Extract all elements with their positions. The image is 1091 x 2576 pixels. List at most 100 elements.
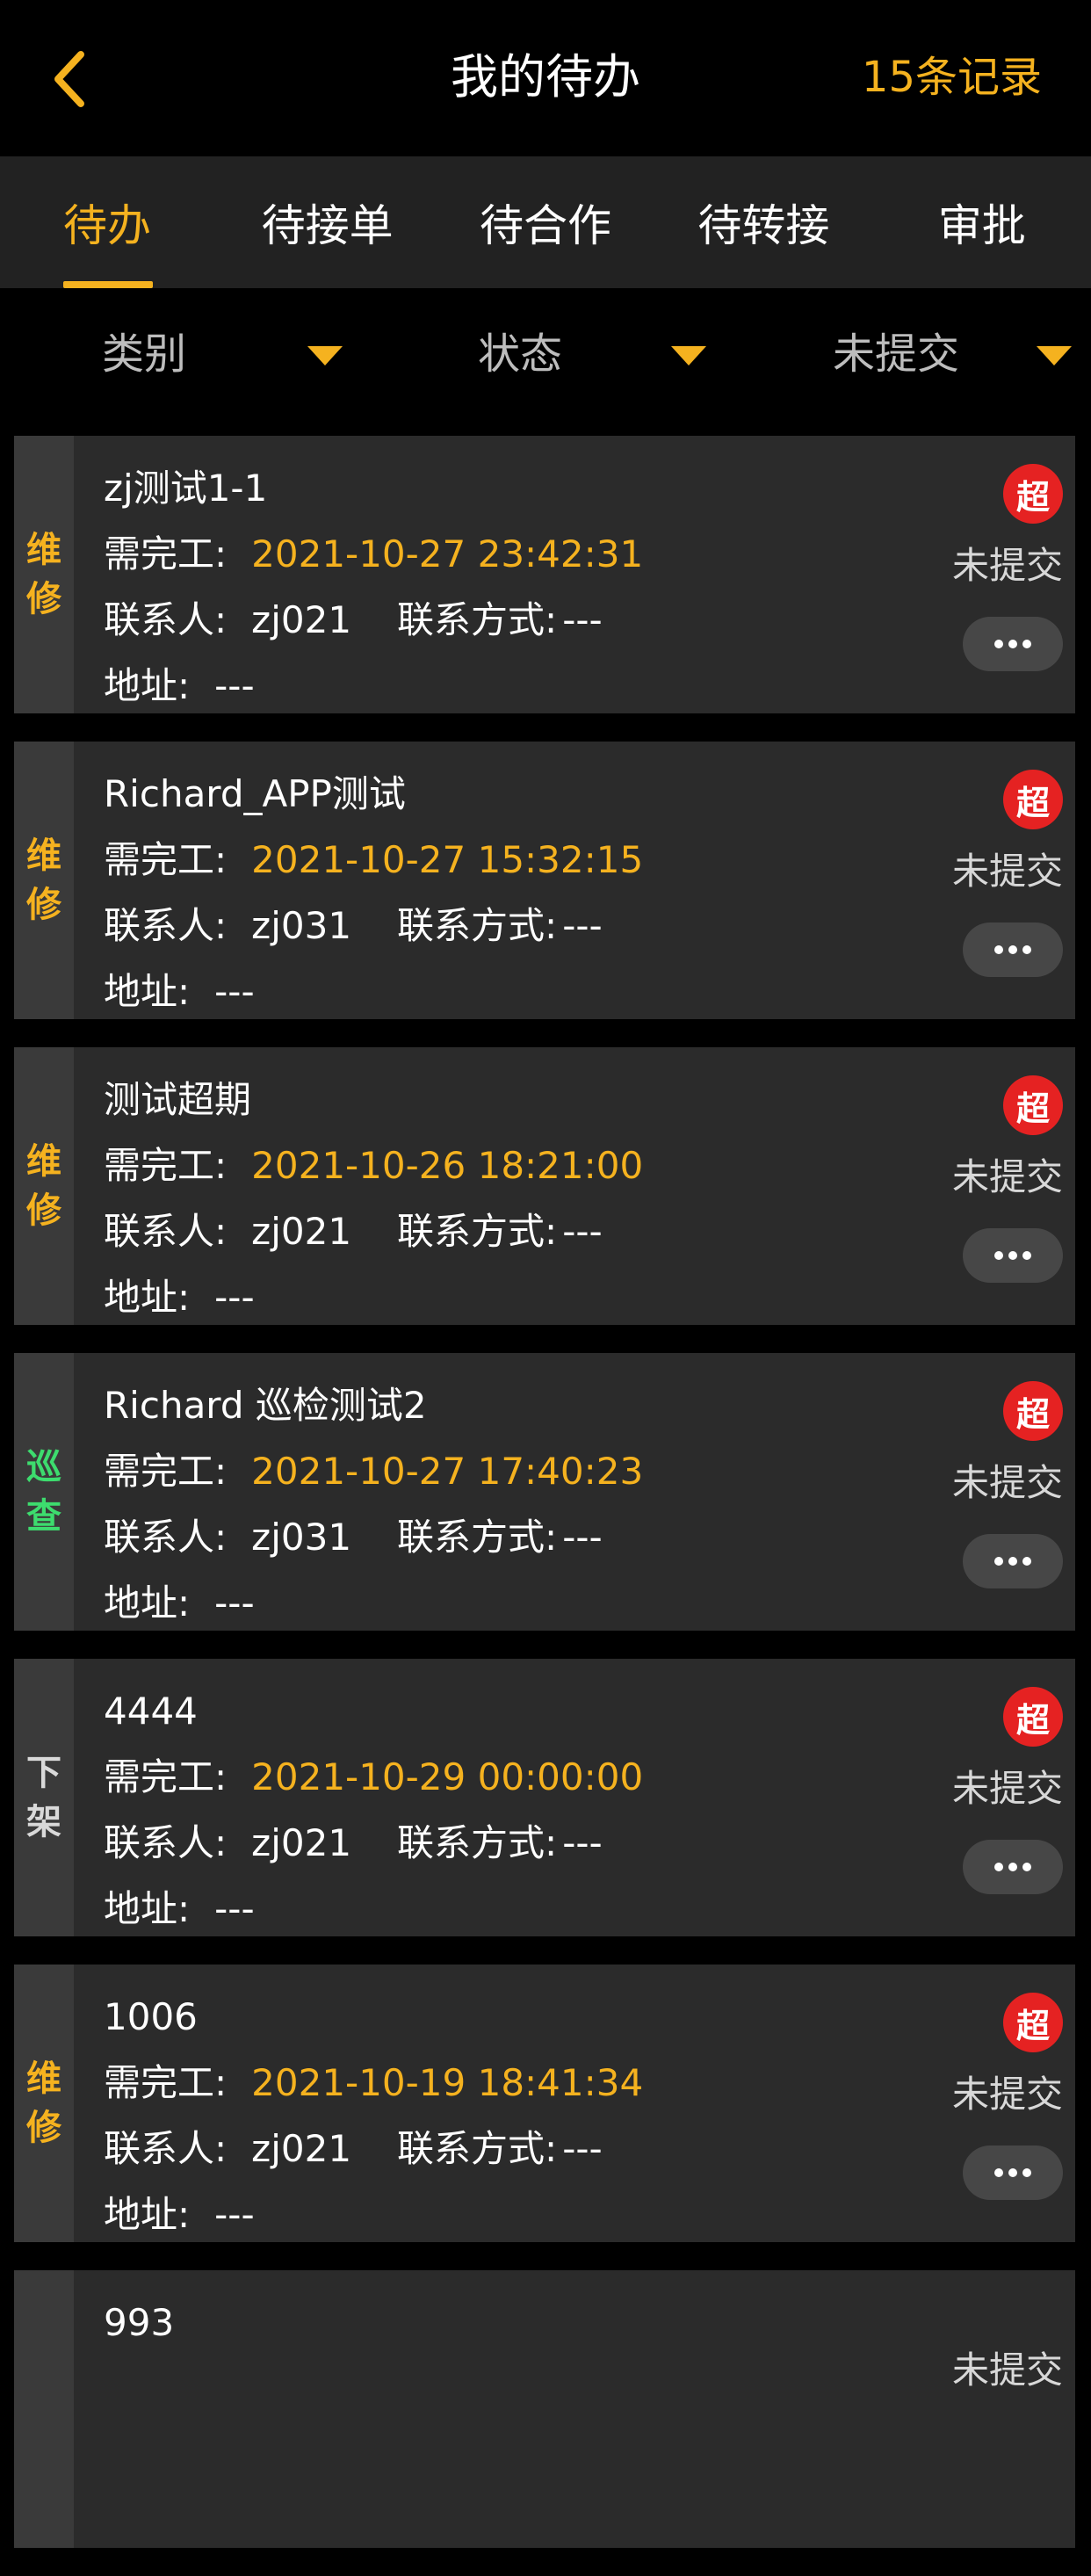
card-content: Richard_APP测试 需完工: 2021-10-27 15:32:15 联系… — [74, 742, 1075, 1019]
tab-pending-transfer[interactable]: 待转接 — [654, 156, 872, 288]
deadline-row: 需完工: 2021-10-29 00:00:00 — [104, 1744, 1075, 1810]
list-item[interactable]: 巡 查 Richard 巡检测试2 需完工: 2021-10-27 17:40:2… — [14, 1353, 1075, 1631]
contact-label: 联系人: — [104, 1821, 228, 1864]
address-value: --- — [214, 970, 255, 1013]
contact-row: 联系人: zj031 联系方式: --- — [104, 893, 1075, 959]
address-row: 地址: --- — [104, 959, 1075, 1024]
contact-label: 联系人: — [104, 598, 228, 641]
phone-value: --- — [562, 1821, 603, 1864]
type-tag: 维 修 — [14, 1047, 74, 1325]
contact-value: zj021 — [251, 2127, 352, 2170]
contact-value: zj031 — [251, 904, 352, 947]
item-title: 1006 — [104, 1995, 198, 2038]
address-label: 地址: — [104, 2193, 191, 2236]
tab-label: 待办 — [63, 200, 151, 251]
tab-label: 审批 — [937, 200, 1026, 251]
more-button[interactable] — [963, 1534, 1063, 1588]
deadline-value: 2021-10-26 18:21:00 — [251, 1144, 644, 1187]
filter-submit-state[interactable]: 未提交 — [727, 288, 1091, 420]
contact-label: 联系人: — [104, 1516, 228, 1559]
status-badge: 未提交 — [951, 544, 1063, 587]
deadline-label: 需完工: — [104, 1450, 228, 1493]
type-char: 维 — [26, 1141, 61, 1182]
list-item[interactable]: 维 修 测试超期 需完工: 2021-10-26 18:21:00 联系人: zj0… — [14, 1047, 1075, 1325]
phone-value: --- — [562, 2127, 603, 2170]
overdue-badge: 超 — [1003, 464, 1063, 524]
deadline-row: 需完工: 2021-10-27 23:42:31 — [104, 521, 1075, 587]
status-badge: 未提交 — [951, 850, 1063, 893]
tab-label: 待转接 — [697, 200, 830, 251]
deadline-label: 需完工: — [104, 2061, 228, 2104]
todo-list: 维 修 zj测试1-1 需完工: 2021-10-27 23:42:31 联系人:… — [14, 436, 1075, 2576]
tab-label: 待接单 — [261, 200, 394, 251]
status-badge: 未提交 — [951, 1461, 1063, 1504]
list-item[interactable]: 993 未提交 — [14, 2270, 1075, 2548]
caret-down-icon — [307, 346, 343, 365]
type-tag: 下 架 — [14, 1659, 74, 1936]
type-char: 修 — [26, 885, 61, 925]
type-tag: 维 修 — [14, 436, 74, 713]
contact-row: 联系人: zj031 联系方式: --- — [104, 1504, 1075, 1570]
contact-row: 联系人: zj021 联系方式: --- — [104, 587, 1075, 653]
tab-pending-accept[interactable]: 待接单 — [218, 156, 436, 288]
filter-status[interactable]: 状态 — [364, 288, 727, 420]
list-item[interactable]: 维 修 Richard_APP测试 需完工: 2021-10-27 15:32:1… — [14, 742, 1075, 1019]
tab-approval[interactable]: 审批 — [873, 156, 1091, 288]
tab-bar: 待办 待接单 待合作 待转接 审批 — [0, 156, 1091, 288]
status-badge: 未提交 — [951, 2073, 1063, 2116]
card-content: zj测试1-1 需完工: 2021-10-27 23:42:31 联系人: zj02… — [74, 436, 1075, 713]
item-title: zj测试1-1 — [104, 467, 268, 510]
card-content: Richard 巡检测试2 需完工: 2021-10-27 17:40:23 联系… — [74, 1353, 1075, 1631]
more-icon — [994, 640, 1031, 648]
phone-value: --- — [562, 1516, 603, 1559]
caret-down-icon — [671, 346, 706, 365]
phone-value: --- — [562, 598, 603, 641]
tab-label: 待合作 — [479, 200, 611, 251]
address-label: 地址: — [104, 1276, 191, 1319]
list-item[interactable]: 下 架 4444 需完工: 2021-10-29 00:00:00 联系人: zj0… — [14, 1659, 1075, 1936]
address-row: 地址: --- — [104, 1264, 1075, 1330]
list-item[interactable]: 维 修 1006 需完工: 2021-10-19 18:41:34 联系人: zj0… — [14, 1965, 1075, 2242]
card-content: 测试超期 需完工: 2021-10-26 18:21:00 联系人: zj021 联系… — [74, 1047, 1075, 1325]
address-value: --- — [214, 664, 255, 707]
more-button[interactable] — [963, 617, 1063, 671]
address-label: 地址: — [104, 1887, 191, 1930]
contact-label: 联系人: — [104, 2127, 228, 2170]
more-icon — [994, 1251, 1031, 1260]
overdue-badge: 超 — [1003, 770, 1063, 829]
tab-pending-cooperate[interactable]: 待合作 — [437, 156, 654, 288]
deadline-value: 2021-10-27 17:40:23 — [251, 1450, 644, 1493]
filter-bar: 类别 状态 未提交 — [0, 288, 1091, 420]
card-content: 4444 需完工: 2021-10-29 00:00:00 联系人: zj021 联系… — [74, 1659, 1075, 1936]
more-icon — [994, 1557, 1031, 1566]
more-button[interactable] — [963, 1840, 1063, 1894]
card-content: 1006 需完工: 2021-10-19 18:41:34 联系人: zj021 联系… — [74, 1965, 1075, 2242]
more-button[interactable] — [963, 923, 1063, 977]
list-item[interactable]: 维 修 zj测试1-1 需完工: 2021-10-27 23:42:31 联系人:… — [14, 436, 1075, 713]
contact-value: zj031 — [251, 1516, 352, 1559]
type-char: 查 — [26, 1496, 61, 1537]
deadline-label: 需完工: — [104, 1144, 228, 1187]
more-button[interactable] — [963, 2145, 1063, 2200]
type-tag — [14, 2270, 74, 2548]
more-button[interactable] — [963, 1228, 1063, 1283]
tab-todo[interactable]: 待办 — [0, 156, 218, 288]
filter-label: 类别 — [102, 329, 187, 379]
phone-label: 联系方式: — [397, 904, 558, 947]
phone-label: 联系方式: — [397, 1516, 558, 1559]
overdue-badge: 超 — [1003, 1381, 1063, 1441]
address-row: 地址: --- — [104, 653, 1075, 719]
item-title: Richard_APP测试 — [104, 772, 406, 815]
address-label: 地址: — [104, 970, 191, 1013]
filter-category[interactable]: 类别 — [0, 288, 364, 420]
contact-value: zj021 — [251, 598, 352, 641]
address-value: --- — [214, 2193, 255, 2236]
type-char: 修 — [26, 1190, 61, 1231]
record-count: 15条记录 — [861, 53, 1042, 102]
item-title: 4444 — [104, 1690, 198, 1733]
deadline-row: 需完工: 2021-10-27 17:40:23 — [104, 1438, 1075, 1504]
phone-value: --- — [562, 1210, 603, 1253]
deadline-label: 需完工: — [104, 838, 228, 881]
phone-value: --- — [562, 904, 603, 947]
address-value: --- — [214, 1581, 255, 1624]
